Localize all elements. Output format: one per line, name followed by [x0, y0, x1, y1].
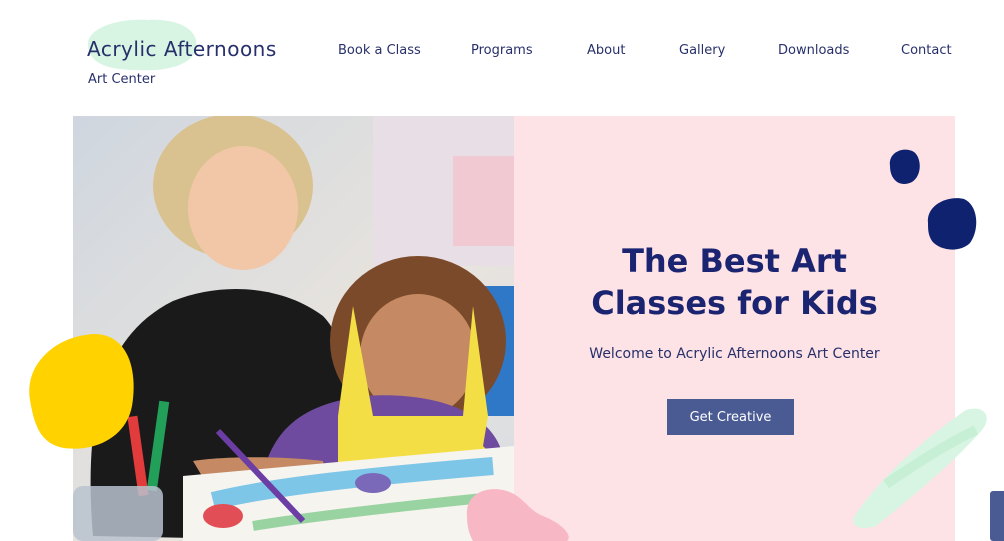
hero-title-line-1: The Best Art: [622, 242, 847, 280]
nav-downloads[interactable]: Downloads: [778, 43, 849, 58]
hero-title-line-2: Classes for Kids: [591, 284, 878, 322]
pink-blob-decor: [466, 489, 569, 541]
nav-about[interactable]: About: [587, 43, 625, 58]
nav-gallery[interactable]: Gallery: [679, 43, 725, 58]
hero-title: The Best Art Classes for Kids: [514, 240, 955, 324]
main-nav: Book a Class Programs About Gallery Down…: [0, 43, 1004, 59]
hero-photo: [73, 116, 514, 541]
nav-contact[interactable]: Contact: [901, 43, 952, 58]
nav-book-a-class[interactable]: Book a Class: [338, 43, 421, 58]
get-creative-button[interactable]: Get Creative: [667, 399, 794, 435]
nav-programs[interactable]: Programs: [471, 43, 533, 58]
navy-dot-small-decor: [889, 149, 920, 185]
hero-section: The Best Art Classes for Kids Welcome to…: [73, 116, 955, 541]
navy-dot-large-decor: [927, 198, 977, 250]
yellow-blob-decor: [29, 334, 134, 449]
side-chat-tab[interactable]: [990, 491, 1004, 541]
mint-brushstroke-decor: [853, 408, 987, 529]
brand-subtitle: Art Center: [88, 72, 156, 87]
hero-subtitle: Welcome to Acrylic Afternoons Art Center: [589, 346, 880, 362]
